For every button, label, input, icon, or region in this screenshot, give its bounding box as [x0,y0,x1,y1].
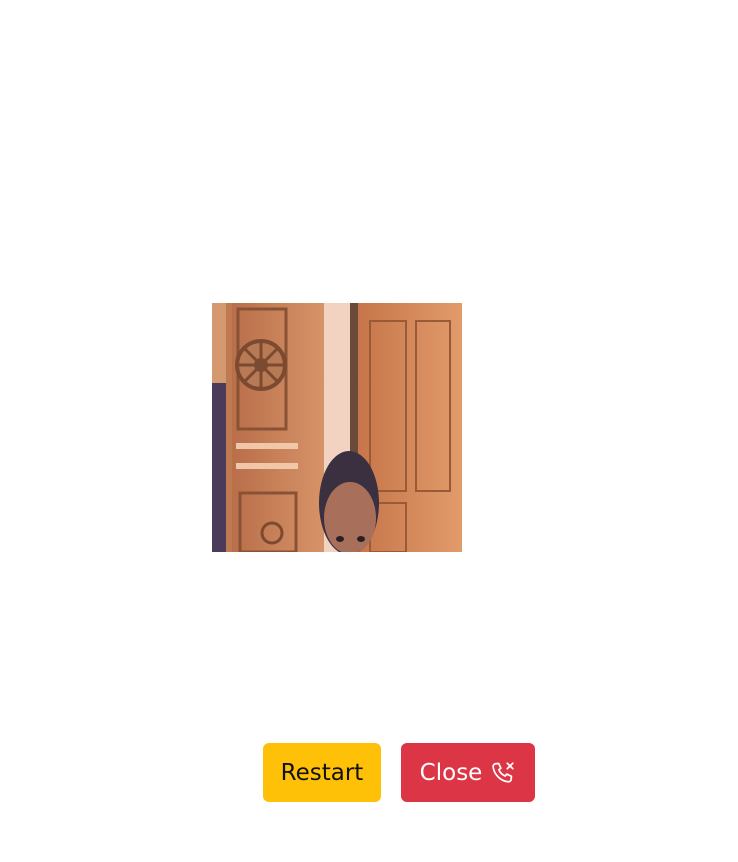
close-button[interactable]: Close [401,743,535,802]
camera-frame-image [212,303,462,552]
phone-x-icon [490,760,516,786]
restart-label: Restart [280,759,364,786]
close-label: Close [419,759,483,786]
camera-preview [212,303,462,552]
call-screen: Restart Close [0,0,738,862]
call-controls: Restart Close [263,743,535,802]
restart-button[interactable]: Restart [263,743,381,802]
